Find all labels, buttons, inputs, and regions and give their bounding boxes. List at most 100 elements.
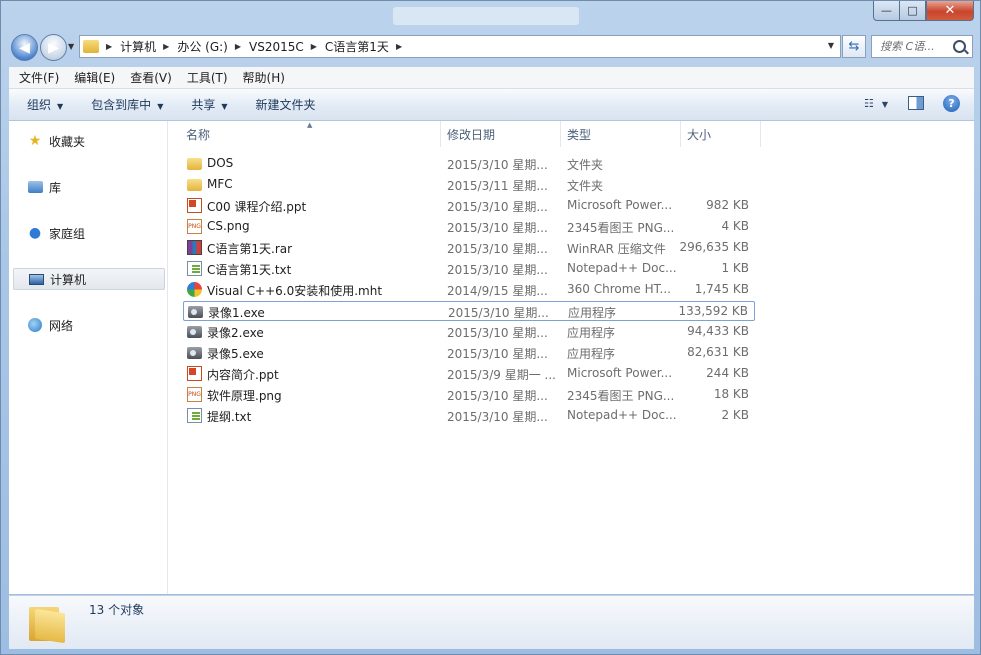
refresh-icon: ⇆	[848, 39, 860, 54]
command-bar: 组织 ▼ 包含到库中 ▼ 共享 ▼ 新建文件夹 ☷ ▼ ?	[9, 89, 974, 121]
chevron-right-icon[interactable]: ▶	[106, 42, 112, 51]
chevron-right-icon[interactable]: ▶	[311, 42, 317, 51]
file-size: 94,433 KB	[687, 324, 749, 338]
chevron-right-icon[interactable]: ▶	[163, 42, 169, 51]
file-list: ▲ 名称 修改日期 类型 大小 DOS 2015/3/10 星期... 文件夹 MFC…	[169, 121, 974, 594]
file-name: 录像1.exe	[208, 306, 265, 320]
column-header-type[interactable]: 类型	[561, 121, 681, 147]
recent-pages-dropdown[interactable]: ▼	[68, 42, 74, 51]
chevron-down-icon: ▼	[157, 102, 164, 111]
view-list-icon: ☷	[863, 97, 874, 110]
file-row[interactable]: Visual C++6.0安装和使用.mht 2014/9/15 星期... 360…	[183, 280, 755, 300]
maximize-button[interactable]: □	[899, 1, 926, 21]
file-size: 133,592 KB	[678, 304, 748, 318]
menu-bar: 文件(F) 编辑(E) 查看(V) 工具(T) 帮助(H)	[9, 67, 974, 89]
nav-item-libraries[interactable]: 库	[13, 176, 165, 198]
txt-icon	[187, 408, 202, 423]
file-type: 2345看图王 PNG...	[567, 221, 675, 235]
chevron-down-icon: ▼	[57, 102, 64, 111]
chevron-right-icon[interactable]: ▶	[235, 42, 241, 51]
file-row[interactable]: C00 课程介绍.ppt 2015/3/10 星期... Microsoft Pow…	[183, 196, 755, 216]
forward-button[interactable]: ▶	[40, 34, 67, 61]
file-row[interactable]: 录像1.exe 2015/3/10 星期... 应用程序 133,592 KB	[183, 301, 755, 321]
file-date: 2015/3/10 星期...	[447, 263, 548, 277]
file-row[interactable]: C语言第1天.txt 2015/3/10 星期... Notepad++ Doc..…	[183, 259, 755, 279]
nav-label: 计算机	[50, 272, 87, 287]
minimize-button[interactable]: —	[873, 1, 900, 21]
navigation-pane: ★ 收藏夹 库 ● 家庭组 计算机 网络	[9, 121, 168, 594]
file-row[interactable]: MFC 2015/3/11 星期... 文件夹	[183, 175, 755, 195]
column-header-date[interactable]: 修改日期	[441, 121, 561, 147]
file-row[interactable]: 内容简介.ppt 2015/3/9 星期一 ... Microsoft Power.…	[183, 364, 755, 384]
menu-file[interactable]: 文件(F)	[19, 69, 59, 86]
address-bar[interactable]: ▶ 计算机 ▶ 办公 (G:) ▶ VS2015C ▶ C语言第1天 ▶ ▼	[79, 35, 841, 58]
file-name: CS.png	[207, 219, 250, 233]
file-name: 录像2.exe	[207, 326, 264, 340]
file-name: 提纲.txt	[207, 410, 252, 424]
menu-help[interactable]: 帮助(H)	[243, 69, 285, 86]
file-name: C语言第1天.rar	[207, 242, 293, 256]
nav-item-favorites[interactable]: ★ 收藏夹	[13, 130, 165, 152]
file-date: 2015/3/10 星期...	[447, 158, 548, 172]
nav-item-computer[interactable]: 计算机	[13, 268, 165, 290]
breadcrumb: ▶ 计算机 ▶ 办公 (G:) ▶ VS2015C ▶ C语言第1天 ▶	[99, 38, 410, 55]
file-type: Microsoft Power...	[567, 366, 673, 380]
organize-button[interactable]: 组织 ▼	[27, 96, 63, 113]
new-folder-button[interactable]: 新建文件夹	[256, 96, 316, 113]
file-row[interactable]: 录像2.exe 2015/3/10 星期... 应用程序 94,433 KB	[183, 322, 755, 342]
file-type: 文件夹	[567, 158, 604, 172]
breadcrumb-vs2015c[interactable]: VS2015C	[249, 40, 304, 54]
folder-icon	[187, 158, 202, 170]
menu-edit[interactable]: 编辑(E)	[74, 69, 115, 86]
forward-arrow-icon: ▶	[48, 39, 59, 56]
file-row[interactable]: PNG CS.png 2015/3/10 星期... 2345看图王 PNG... 4 …	[183, 217, 755, 237]
include-library-button[interactable]: 包含到库中 ▼	[91, 96, 163, 113]
share-label: 共享	[191, 98, 216, 112]
ppt-icon	[187, 366, 202, 381]
network-icon	[27, 317, 43, 333]
star-icon: ★	[28, 133, 42, 149]
file-name: DOS	[207, 156, 234, 170]
file-date: 2015/3/11 星期...	[447, 179, 548, 193]
search-box[interactable]	[871, 35, 973, 58]
menu-tools[interactable]: 工具(T)	[187, 69, 228, 86]
file-size: 2 KB	[721, 408, 749, 422]
computer-icon	[28, 271, 44, 287]
file-name: 软件原理.png	[207, 389, 282, 403]
nav-label: 家庭组	[49, 226, 86, 241]
address-dropdown-icon[interactable]: ▼	[828, 41, 834, 50]
preview-pane-icon[interactable]	[908, 96, 924, 110]
mht-icon	[187, 282, 202, 297]
refresh-button[interactable]: ⇆	[842, 35, 866, 58]
file-size: 82,631 KB	[687, 345, 749, 359]
png-icon: PNG	[187, 219, 202, 234]
nav-item-homegroup[interactable]: ● 家庭组	[13, 222, 165, 244]
breadcrumb-drive[interactable]: 办公 (G:)	[177, 38, 228, 55]
chevron-right-icon[interactable]: ▶	[396, 42, 402, 51]
column-header-name[interactable]: 名称	[169, 121, 441, 147]
file-type: WinRAR 压缩文件	[567, 242, 666, 256]
search-input[interactable]	[878, 39, 958, 54]
file-name: C00 课程介绍.ppt	[207, 200, 307, 214]
file-type: Notepad++ Doc...	[567, 408, 677, 422]
file-size: 4 KB	[721, 219, 749, 233]
file-type: 应用程序	[567, 326, 616, 340]
back-button[interactable]: ◀	[11, 34, 38, 61]
nav-item-network[interactable]: 网络	[13, 314, 165, 336]
details-pane: 13 个对象	[9, 595, 974, 649]
breadcrumb-computer[interactable]: 计算机	[120, 38, 156, 55]
file-row[interactable]: 录像5.exe 2015/3/10 星期... 应用程序 82,631 KB	[183, 343, 755, 363]
breadcrumb-current[interactable]: C语言第1天	[325, 38, 389, 55]
column-header-size[interactable]: 大小	[681, 121, 761, 147]
close-button[interactable]: ✕	[926, 1, 974, 21]
file-row[interactable]: 提纲.txt 2015/3/10 星期... Notepad++ Doc... 2 K…	[183, 406, 755, 426]
file-row[interactable]: PNG 软件原理.png 2015/3/10 星期... 2345看图王 PNG...…	[183, 385, 755, 405]
file-type: 360 Chrome HT...	[567, 282, 671, 296]
file-row[interactable]: C语言第1天.rar 2015/3/10 星期... WinRAR 压缩文件 296,…	[183, 238, 755, 258]
help-icon[interactable]: ?	[943, 95, 960, 112]
menu-view[interactable]: 查看(V)	[130, 69, 172, 86]
file-row[interactable]: DOS 2015/3/10 星期... 文件夹	[183, 154, 755, 174]
share-button[interactable]: 共享 ▼	[191, 96, 227, 113]
search-icon[interactable]	[953, 40, 966, 53]
change-view-button[interactable]: ☷ ▼	[864, 97, 888, 110]
